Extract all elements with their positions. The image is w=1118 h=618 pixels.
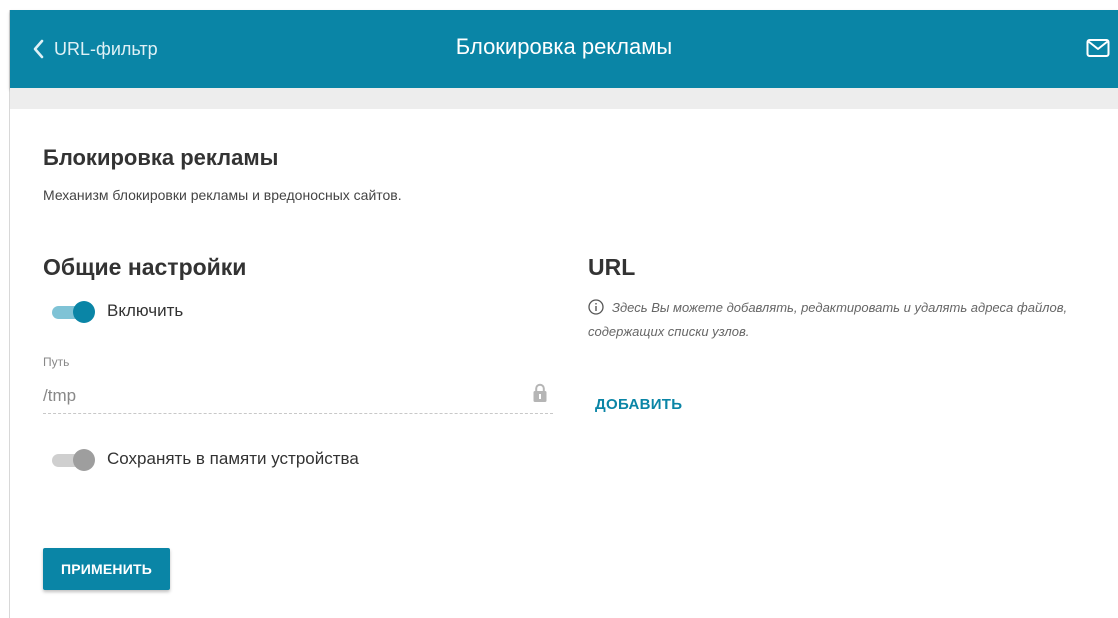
path-label: Путь <box>43 355 70 369</box>
enable-label: Включить <box>107 301 184 320</box>
url-heading: URL <box>588 254 636 280</box>
add-url-button[interactable]: ДОБАВИТЬ <box>595 396 682 413</box>
header-shadow-strip <box>10 88 1118 109</box>
envelope-icon[interactable] <box>1086 37 1110 59</box>
path-input[interactable] <box>43 378 553 414</box>
toggle-knob <box>73 301 95 323</box>
info-icon <box>588 299 604 321</box>
url-info-text: Здесь Вы можете добавлять, редактировать… <box>588 297 1093 342</box>
enable-toggle[interactable] <box>47 301 95 323</box>
apply-button[interactable]: ПРИМЕНИТЬ <box>43 548 170 590</box>
top-bar: URL-фильтр Блокировка рекламы <box>10 10 1118 88</box>
page-title: Блокировка рекламы <box>455 34 673 59</box>
general-settings-heading: Общие настройки <box>43 254 247 280</box>
section-title: Блокировка рекламы <box>43 145 279 170</box>
toggle-knob <box>73 449 95 471</box>
url-info-message: Здесь Вы можете добавлять, редактировать… <box>588 300 1068 339</box>
section-description: Механизм блокировки рекламы и вредоносны… <box>43 187 402 203</box>
lock-icon <box>533 383 547 403</box>
save-in-memory-label: Сохранять в памяти устройства <box>107 449 359 468</box>
save-in-memory-toggle[interactable] <box>47 449 95 471</box>
